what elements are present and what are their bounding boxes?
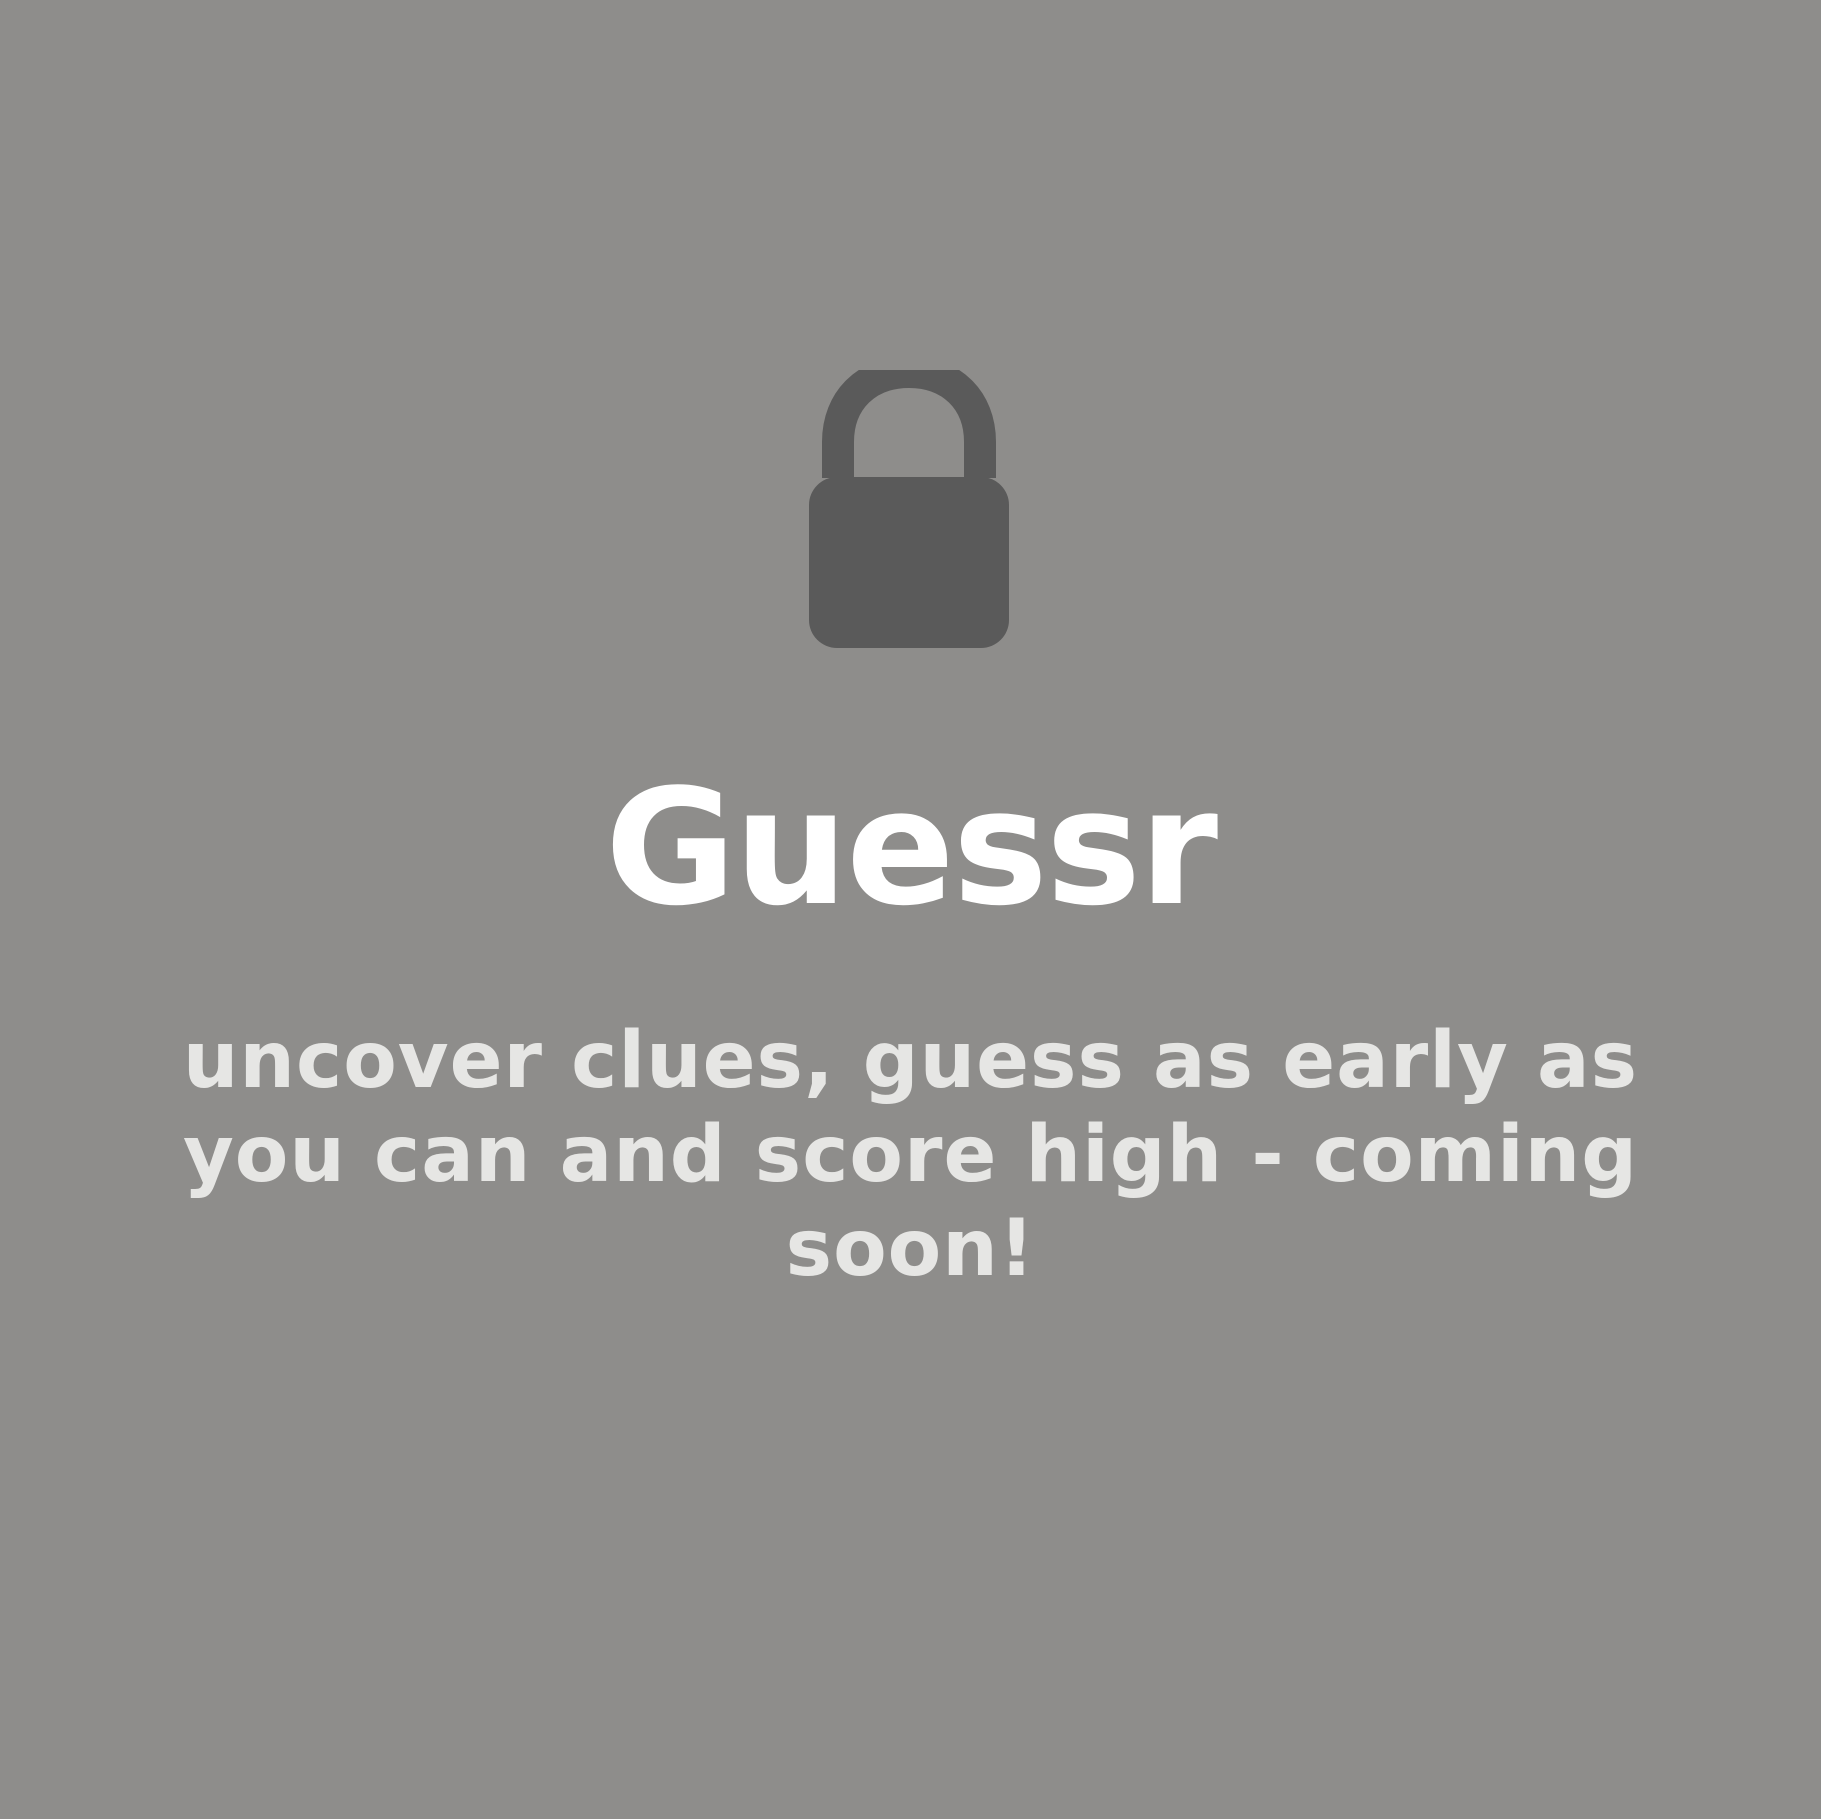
game-title: Guessr [604, 754, 1218, 941]
locked-game-screen: Guessr uncover clues, guess as early as … [0, 0, 1821, 1819]
lock-icon [809, 370, 1009, 648]
coming-soon-description: uncover clues, guess as early as you can… [182, 1016, 1639, 1294]
